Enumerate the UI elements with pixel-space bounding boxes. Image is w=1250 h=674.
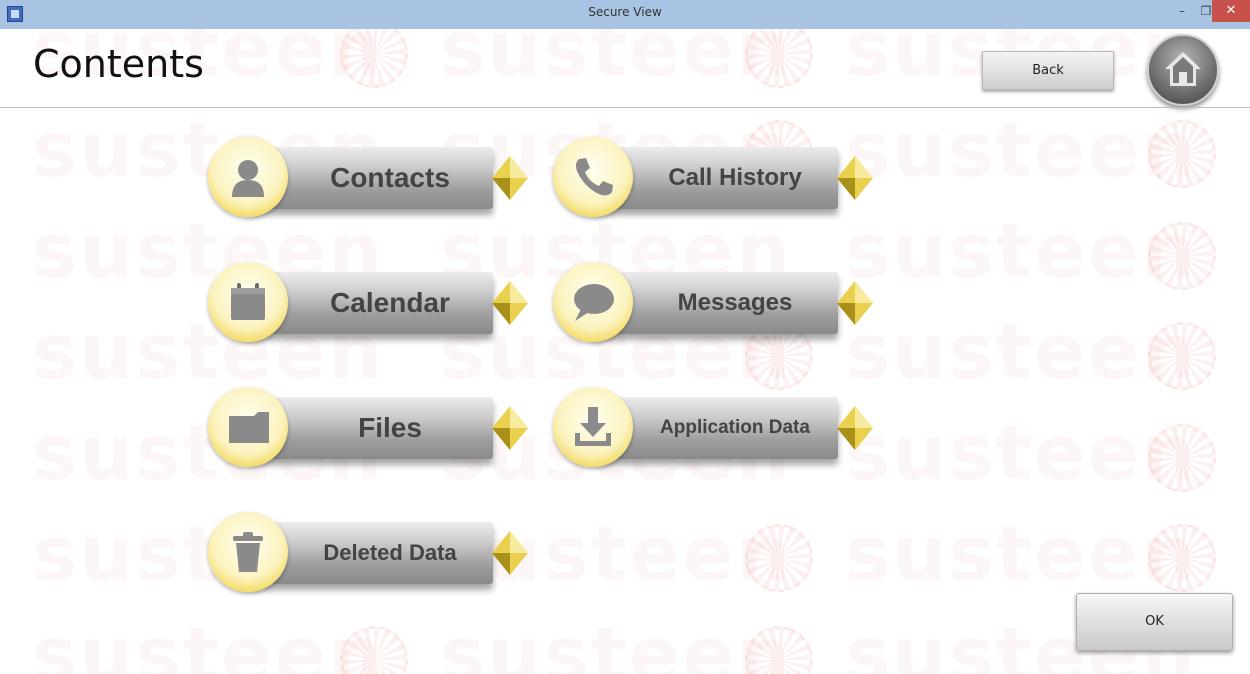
tile-label: Calendar bbox=[330, 287, 450, 318]
watermark-text: susteen bbox=[845, 307, 1197, 396]
tile-label: Call History bbox=[668, 164, 802, 191]
calendar-icon bbox=[231, 283, 265, 320]
tile-calendar[interactable]: Calendar bbox=[208, 262, 528, 352]
close-button[interactable]: ✕ bbox=[1212, 0, 1250, 22]
watermark-logo bbox=[1148, 120, 1216, 188]
watermark-text: susteen bbox=[440, 610, 792, 674]
speech-bubble-icon bbox=[574, 284, 614, 321]
diamond-arrow-icon bbox=[837, 406, 873, 450]
tile-icon-ring bbox=[208, 512, 288, 592]
tile-files[interactable]: Files bbox=[208, 387, 528, 477]
tile-contacts[interactable]: Contacts bbox=[208, 137, 528, 227]
tile-deleted-data[interactable]: Deleted Data bbox=[208, 512, 528, 602]
tile-label: Deleted Data bbox=[323, 540, 457, 565]
watermark-text: susteen bbox=[845, 206, 1197, 295]
watermark-text: susteen bbox=[845, 105, 1197, 194]
diamond-arrow-icon bbox=[492, 531, 528, 575]
tile-application-data[interactable]: Application Data bbox=[553, 387, 873, 477]
tile-label: Messages bbox=[677, 289, 793, 316]
diamond-arrow-icon bbox=[492, 281, 528, 325]
home-button[interactable] bbox=[1147, 34, 1219, 106]
watermark-logo bbox=[1148, 524, 1216, 592]
watermark-text: susteen bbox=[845, 509, 1197, 598]
tile-call-history[interactable]: Call History bbox=[553, 137, 873, 227]
tile-label: Contacts bbox=[330, 162, 450, 193]
tile-icon-ring bbox=[553, 387, 633, 467]
phone-icon bbox=[575, 158, 613, 196]
tile-icon-ring bbox=[208, 262, 288, 342]
tile-icon-ring bbox=[553, 262, 633, 342]
tile-label: Files bbox=[358, 412, 422, 443]
window-title: Secure View bbox=[588, 5, 662, 19]
diamond-arrow-icon bbox=[492, 156, 528, 200]
tile-messages[interactable]: Messages bbox=[553, 262, 873, 352]
page-title: Contents bbox=[33, 42, 204, 86]
watermark-logo bbox=[1148, 322, 1216, 390]
watermark-logo bbox=[745, 626, 813, 674]
tile-icon-ring bbox=[208, 387, 288, 467]
back-button[interactable]: Back bbox=[982, 51, 1114, 90]
diamond-arrow-icon bbox=[492, 406, 528, 450]
diamond-arrow-icon bbox=[837, 281, 873, 325]
watermark-logo bbox=[745, 524, 813, 592]
tile-icon-ring bbox=[208, 137, 288, 217]
watermark-logo bbox=[340, 20, 408, 88]
header-divider bbox=[0, 107, 1250, 108]
person-icon bbox=[232, 160, 264, 197]
watermark-text: susteen bbox=[845, 408, 1197, 497]
diamond-arrow-icon bbox=[837, 156, 873, 200]
tile-label: Application Data bbox=[660, 417, 810, 438]
trash-icon bbox=[233, 532, 263, 572]
watermark-logo bbox=[1148, 424, 1216, 492]
tile-icon-ring bbox=[553, 137, 633, 217]
folder-icon bbox=[229, 412, 269, 443]
watermark-logo bbox=[745, 20, 813, 88]
ok-button[interactable]: OK bbox=[1076, 593, 1233, 651]
home-icon bbox=[1165, 52, 1201, 86]
download-tray-icon bbox=[575, 407, 611, 446]
window-title-bar[interactable]: Secure View – ❐ ✕ bbox=[0, 0, 1250, 29]
watermark-logo bbox=[1148, 222, 1216, 290]
watermark-text: susteen bbox=[32, 610, 384, 674]
watermark-logo bbox=[340, 626, 408, 674]
